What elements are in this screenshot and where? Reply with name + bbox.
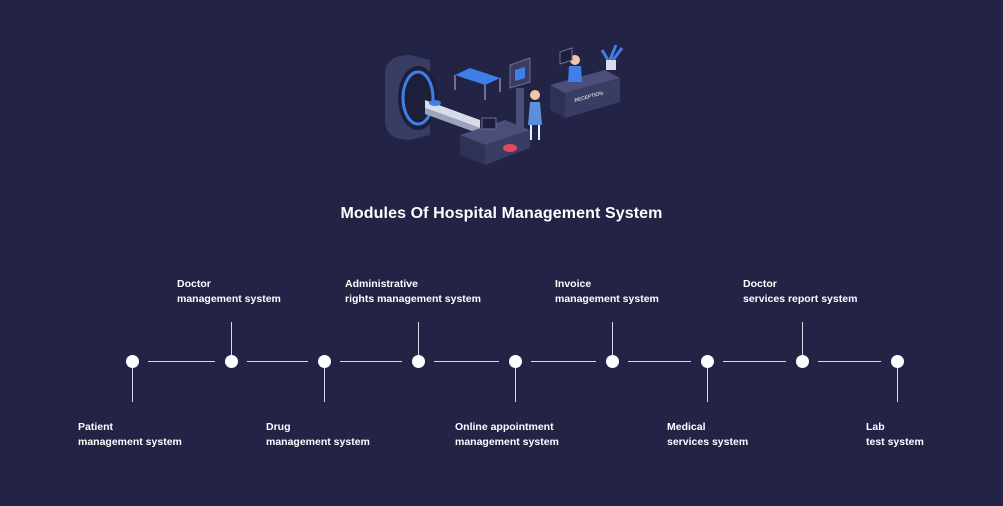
timeline-segment xyxy=(148,361,215,362)
timeline-segment xyxy=(723,361,786,362)
timeline-node xyxy=(317,355,331,368)
module-label-line2: management system xyxy=(266,436,370,448)
timeline-stem xyxy=(897,368,898,402)
timeline-stem xyxy=(612,322,613,355)
module-label-line1: Drug xyxy=(266,421,291,433)
timeline-stem xyxy=(707,368,708,402)
timeline-stem xyxy=(515,368,516,402)
timeline-segment xyxy=(628,361,691,362)
timeline-node xyxy=(224,355,238,368)
module-label-line1: Invoice xyxy=(555,278,592,290)
timeline-node xyxy=(125,355,139,368)
module-label: Drug management system xyxy=(266,420,370,450)
module-label-line2: rights management system xyxy=(345,293,481,305)
timeline-segment xyxy=(818,361,881,362)
module-label-line2: management system xyxy=(78,436,182,448)
module-label-line2: management system xyxy=(555,293,659,305)
module-label-line1: Doctor xyxy=(743,278,777,290)
timeline-stem xyxy=(132,368,133,402)
module-label-line1: Patient xyxy=(78,421,114,433)
timeline-node xyxy=(700,355,714,368)
timeline-node xyxy=(508,355,522,368)
module-label: Invoice management system xyxy=(555,277,659,307)
timeline-node xyxy=(795,355,809,368)
module-label: Doctor management system xyxy=(177,277,281,307)
module-label: Online appointment management system xyxy=(455,420,559,450)
timeline-stem xyxy=(802,322,803,355)
module-label: Medical services system xyxy=(667,420,748,450)
module-label-line1: Medical xyxy=(667,421,706,433)
module-label: Lab test system xyxy=(866,420,924,450)
timeline-node xyxy=(890,355,904,368)
modules-timeline: Patient management system Doctor management… xyxy=(0,0,1003,506)
timeline-segment xyxy=(247,361,308,362)
timeline-stem xyxy=(418,322,419,355)
timeline-segment xyxy=(531,361,596,362)
module-label-line1: Online appointment xyxy=(455,421,554,433)
module-label-line1: Administrative xyxy=(345,278,418,290)
timeline-stem xyxy=(231,322,232,355)
timeline-node xyxy=(605,355,619,368)
timeline-segment xyxy=(340,361,402,362)
timeline-segment xyxy=(434,361,499,362)
timeline-stem xyxy=(324,368,325,402)
module-label-line2: services report system xyxy=(743,293,858,305)
module-label: Patient management system xyxy=(78,420,182,450)
module-label-line1: Lab xyxy=(866,421,885,433)
module-label-line2: management system xyxy=(455,436,559,448)
timeline-node xyxy=(411,355,425,368)
module-label-line2: test system xyxy=(866,436,924,448)
module-label-line1: Doctor xyxy=(177,278,211,290)
module-label: Doctor services report system xyxy=(743,277,857,307)
module-label: Administrative rights management system xyxy=(345,277,481,307)
module-label-line2: management system xyxy=(177,293,281,305)
module-label-line2: services system xyxy=(667,436,749,448)
